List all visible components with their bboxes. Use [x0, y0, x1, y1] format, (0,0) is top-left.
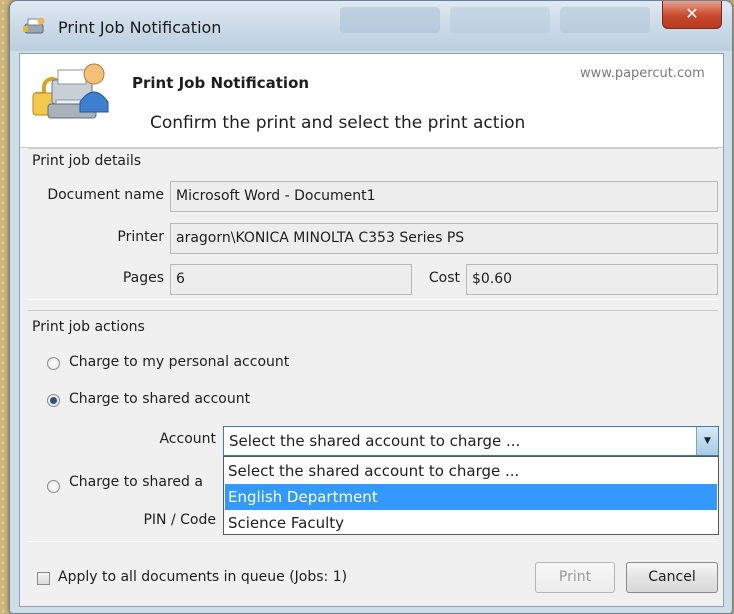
header-subtitle: Confirm the print and select the print a… [150, 113, 526, 133]
background-blur [340, 7, 440, 33]
printer-user-icon [32, 63, 109, 119]
document-name-field: Microsoft Word - Document1 [170, 181, 718, 212]
apply-all-label[interactable]: Apply to all documents in queue (Jobs: 1… [58, 569, 347, 585]
radio-personal-account[interactable] [47, 357, 60, 370]
dropdown-option-selected[interactable]: English Department [225, 484, 717, 510]
document-name-label: Document name [47, 187, 164, 203]
printer-field: aragorn\KONICA MINOLTA C353 Series PS [170, 223, 718, 254]
actions-group-label: Print job actions [32, 319, 145, 335]
pages-field: 6 [170, 264, 412, 295]
pages-label: Pages [122, 270, 164, 286]
title-bar[interactable]: Print Job Notification ✕ [10, 1, 732, 51]
dropdown-arrow-icon[interactable]: ▼ [696, 427, 718, 455]
cost-label: Cost [428, 270, 460, 286]
account-select[interactable]: Select the shared account to charge ... … [223, 426, 719, 456]
radio-shared-account-pin[interactable] [47, 480, 60, 493]
dropdown-option[interactable]: Science Faculty [225, 510, 717, 536]
radio-personal-account-label[interactable]: Charge to my personal account [69, 354, 289, 370]
dropdown-option[interactable]: Select the shared account to charge ... [225, 458, 717, 484]
radio-selected-dot [50, 397, 57, 404]
header-title: Print Job Notification [132, 74, 310, 92]
print-button[interactable]: Print [535, 562, 615, 593]
printer-user-icon [23, 17, 45, 34]
close-button[interactable]: ✕ [662, 1, 722, 29]
close-icon: ✕ [685, 4, 699, 23]
printer-label: Printer [117, 229, 164, 245]
account-select-value: Select the shared account to charge ... [229, 432, 521, 450]
radio-shared-account-label[interactable]: Charge to shared account [69, 391, 250, 407]
dialog-window: Print Job Notification ✕ Print Job Notif… [9, 0, 733, 614]
background-blur [450, 7, 550, 33]
cost-field: $0.60 [466, 264, 718, 295]
account-dropdown-list: Select the shared account to charge ... … [223, 456, 719, 535]
header-url: www.papercut.com [580, 66, 705, 81]
details-group-label: Print job details [32, 153, 142, 169]
radio-shared-account-pin-label[interactable]: Charge to shared a [69, 474, 203, 490]
apply-all-checkbox[interactable] [37, 572, 50, 585]
window-title: Print Job Notification [58, 18, 222, 37]
background-blur [560, 7, 650, 33]
pin-code-label: PIN / Code [143, 512, 216, 528]
radio-shared-account[interactable] [47, 394, 60, 407]
dialog-client-area: Print Job Notification Confirm the print… [19, 53, 724, 607]
cancel-button[interactable]: Cancel [626, 562, 718, 593]
account-label: Account [159, 431, 216, 447]
dialog-header: Print Job Notification Confirm the print… [20, 54, 723, 148]
